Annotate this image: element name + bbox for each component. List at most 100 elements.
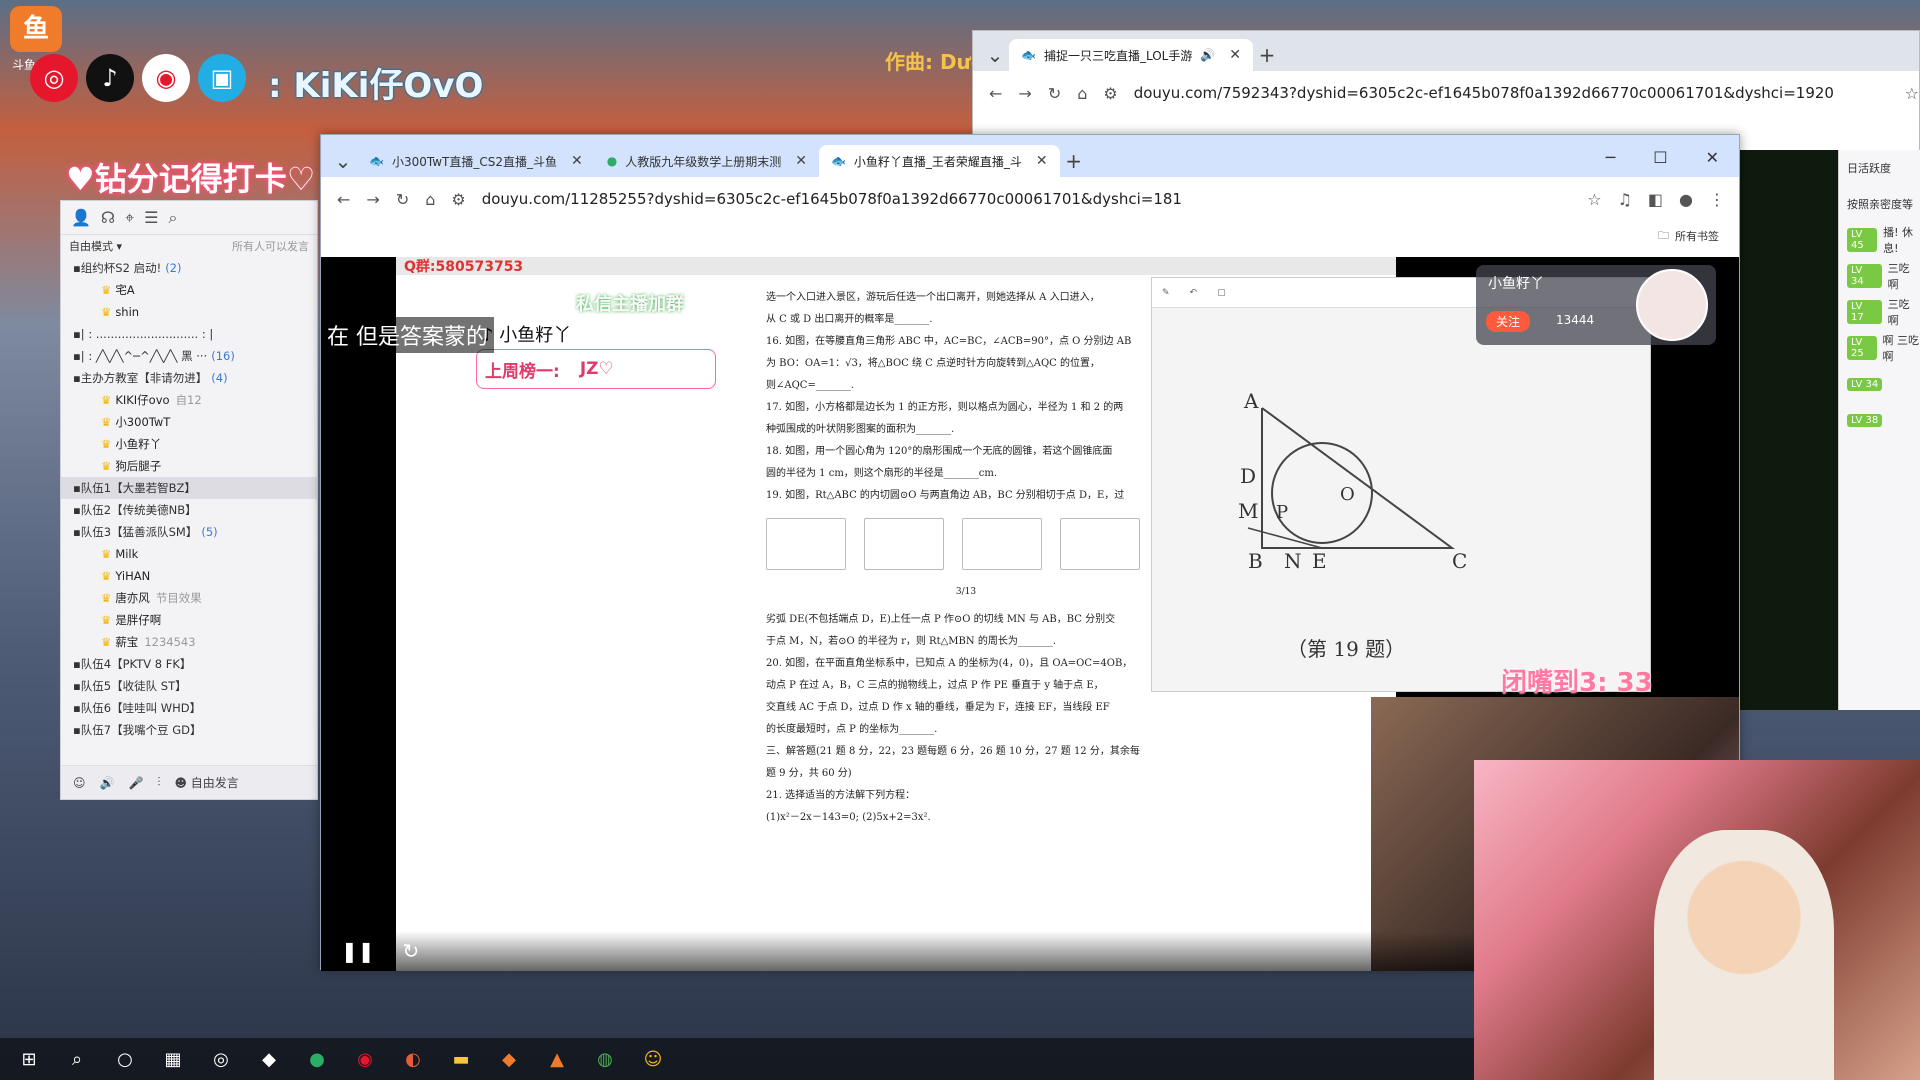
- minimize-icon[interactable]: ─: [1606, 148, 1616, 167]
- expand-icon[interactable]: ▪: [73, 261, 81, 275]
- channel-row[interactable]: ♛ shin: [61, 301, 317, 323]
- back-icon[interactable]: ←: [337, 190, 350, 209]
- close-tab-icon[interactable]: ✕: [1036, 153, 1048, 169]
- new-tab-button[interactable]: +: [1060, 145, 1088, 177]
- audio-icon[interactable]: 🔊: [1200, 48, 1215, 62]
- shape-icon[interactable]: ▢: [1217, 288, 1226, 298]
- channel-row[interactable]: ♛ 小鱼籽丫: [61, 433, 317, 455]
- wechat-icon[interactable]: ●: [304, 1046, 330, 1072]
- app-icon[interactable]: ◆: [256, 1046, 282, 1072]
- refresh-icon[interactable]: ↻: [403, 939, 420, 963]
- home-icon[interactable]: ⌂: [1077, 84, 1087, 103]
- home-icon[interactable]: ⌂: [425, 190, 435, 209]
- channel-row[interactable]: ♛ 是胖仔啊: [61, 609, 317, 631]
- expand-icon[interactable]: ▪: [73, 525, 81, 539]
- notes-icon[interactable]: ☰: [144, 208, 158, 227]
- channel-row[interactable]: ♛ YiHAN: [61, 565, 317, 587]
- channel-row[interactable]: ▪ 队伍5【收徒队 ST】: [61, 675, 317, 697]
- pause-icon[interactable]: ❚❚: [341, 939, 375, 963]
- menu-icon[interactable]: ⋮: [1709, 190, 1725, 209]
- star-icon[interactable]: ☆: [1587, 190, 1601, 209]
- channel-row[interactable]: ▪ 队伍6【哇哇叫 WHD】: [61, 697, 317, 719]
- windows-start-icon[interactable]: ⊞: [16, 1046, 42, 1072]
- all-bookmarks[interactable]: 所有书签: [1675, 228, 1719, 244]
- file-explorer-icon[interactable]: ▬: [448, 1046, 474, 1072]
- channel-row[interactable]: ♛ KIKI仔ovo 自12: [61, 389, 317, 411]
- task-view-icon[interactable]: ▦: [160, 1046, 186, 1072]
- maximize-icon[interactable]: ☐: [1653, 148, 1667, 167]
- channel-row[interactable]: ♛ 薪宝 1234543: [61, 631, 317, 653]
- douyu-icon[interactable]: ◆: [496, 1046, 522, 1072]
- channel-row[interactable]: ▪ 组约杯S2 启动! (2): [61, 257, 317, 279]
- new-tab-button[interactable]: +: [1253, 39, 1281, 71]
- media-icon[interactable]: ♫: [1618, 190, 1632, 209]
- netease-music-icon[interactable]: ◉: [352, 1046, 378, 1072]
- expand-icon[interactable]: ▪: [73, 371, 81, 385]
- close-window-icon[interactable]: ✕: [1706, 148, 1719, 167]
- location-icon[interactable]: ⌖: [125, 208, 134, 228]
- forward-icon[interactable]: →: [366, 190, 379, 209]
- game-icon[interactable]: ◐: [400, 1046, 426, 1072]
- streamer-avatar: [1636, 269, 1708, 341]
- yy-icon[interactable]: ☺: [640, 1046, 666, 1072]
- reload-icon[interactable]: ↻: [1048, 84, 1061, 103]
- search-icon[interactable]: ⌕: [169, 208, 178, 228]
- back-url[interactable]: douyu.com/7592343?dyshid=6305c2c-ef1645b…: [1134, 84, 1889, 102]
- site-info-icon[interactable]: ⚙: [1103, 84, 1117, 103]
- avatar-icon[interactable]: ☺: [73, 776, 86, 790]
- site-info-icon[interactable]: ⚙: [451, 190, 465, 209]
- obs-icon[interactable]: ◎: [208, 1046, 234, 1072]
- mic-icon[interactable]: 🎤: [128, 776, 143, 790]
- undo-icon[interactable]: ↶: [1190, 288, 1198, 298]
- close-tab-icon[interactable]: ✕: [795, 153, 807, 169]
- speaker-icon[interactable]: 🔊: [100, 776, 115, 790]
- free-talk-button[interactable]: ☻ 自由发言: [174, 774, 238, 791]
- forward-icon[interactable]: →: [1018, 84, 1031, 103]
- user-icon[interactable]: 👤: [71, 208, 91, 227]
- front-url[interactable]: douyu.com/11285255?dyshid=6305c2c-ef1645…: [482, 190, 1572, 208]
- expand-icon[interactable]: ▪: [73, 679, 81, 693]
- tab-list-button[interactable]: ⌄: [981, 39, 1009, 71]
- back-tab[interactable]: 🐟 捕捉一只三吃直播_LOL手游 🔊 ✕: [1009, 39, 1254, 71]
- channel-row[interactable]: ♛ 唐亦风 节目效果: [61, 587, 317, 609]
- channel-row[interactable]: ▪ | : ............................ : |: [61, 323, 317, 345]
- channel-row[interactable]: ▪ | : ╱╲╱╲^─^╱╲╱╲ 黑 ··· (16): [61, 345, 317, 367]
- tab-list-button[interactable]: ⌄: [329, 145, 357, 177]
- mixer-icon[interactable]: ⫶: [157, 775, 160, 790]
- back-icon[interactable]: ←: [989, 84, 1002, 103]
- close-tab-icon[interactable]: ✕: [571, 153, 583, 169]
- channel-row[interactable]: ♛ 狗后腿子: [61, 455, 317, 477]
- headset-icon[interactable]: ☊: [101, 208, 115, 227]
- profile-icon[interactable]: ●: [1679, 190, 1693, 209]
- tab-math[interactable]: ● 人教版九年级数学上册期末测 ✕: [595, 145, 819, 177]
- douyu-assist-icon[interactable]: ▲: [544, 1046, 570, 1072]
- cortana-icon[interactable]: ○: [112, 1046, 138, 1072]
- expand-icon[interactable]: ▪: [73, 481, 81, 495]
- expand-icon[interactable]: ▪: [73, 503, 81, 517]
- channel-row[interactable]: ▪ 队伍2【传统美德NB】: [61, 499, 317, 521]
- channel-row[interactable]: ♛ 宅A: [61, 279, 317, 301]
- pen-icon[interactable]: ✎: [1162, 288, 1170, 298]
- expand-icon[interactable]: ▪: [73, 327, 81, 341]
- sidepanel-icon[interactable]: ◧: [1648, 190, 1663, 209]
- channel-row[interactable]: ▪ 队伍4【PKTV 8 FK】: [61, 653, 317, 675]
- channel-row[interactable]: ▪ 队伍7【我嘴个豆 GD】: [61, 719, 317, 741]
- channel-row[interactable]: ▪ 主办方教室【非请勿进】 (4): [61, 367, 317, 389]
- expand-icon[interactable]: ▪: [73, 657, 81, 671]
- channel-row[interactable]: ♛ 小300TwT: [61, 411, 317, 433]
- search-icon[interactable]: ⌕: [64, 1046, 90, 1072]
- expand-icon[interactable]: ▪: [73, 723, 81, 737]
- channel-row[interactable]: ▪ 队伍1【大墨若智BZ】: [61, 477, 317, 499]
- follow-button[interactable]: 关注: [1486, 311, 1531, 332]
- tab-cs2[interactable]: 🐟 小300TwT直播_CS2直播_斗鱼 ✕: [357, 145, 595, 177]
- reload-icon[interactable]: ↻: [396, 190, 409, 209]
- tab-active-stream[interactable]: 🐟 小鱼籽丫直播_王者荣耀直播_斗 ✕: [818, 145, 1060, 177]
- channel-row[interactable]: ▪ 队伍3【猛善派队SM】 (5): [61, 521, 317, 543]
- expand-icon[interactable]: ▪: [73, 349, 81, 363]
- expand-icon[interactable]: ▪: [73, 701, 81, 715]
- star-icon[interactable]: ☆: [1905, 84, 1919, 103]
- chrome-icon[interactable]: ◍: [592, 1046, 618, 1072]
- channel-row[interactable]: ♛ Milk: [61, 543, 317, 565]
- mode-select[interactable]: 自由模式 ▾: [69, 238, 122, 254]
- close-tab-icon[interactable]: ✕: [1229, 47, 1241, 63]
